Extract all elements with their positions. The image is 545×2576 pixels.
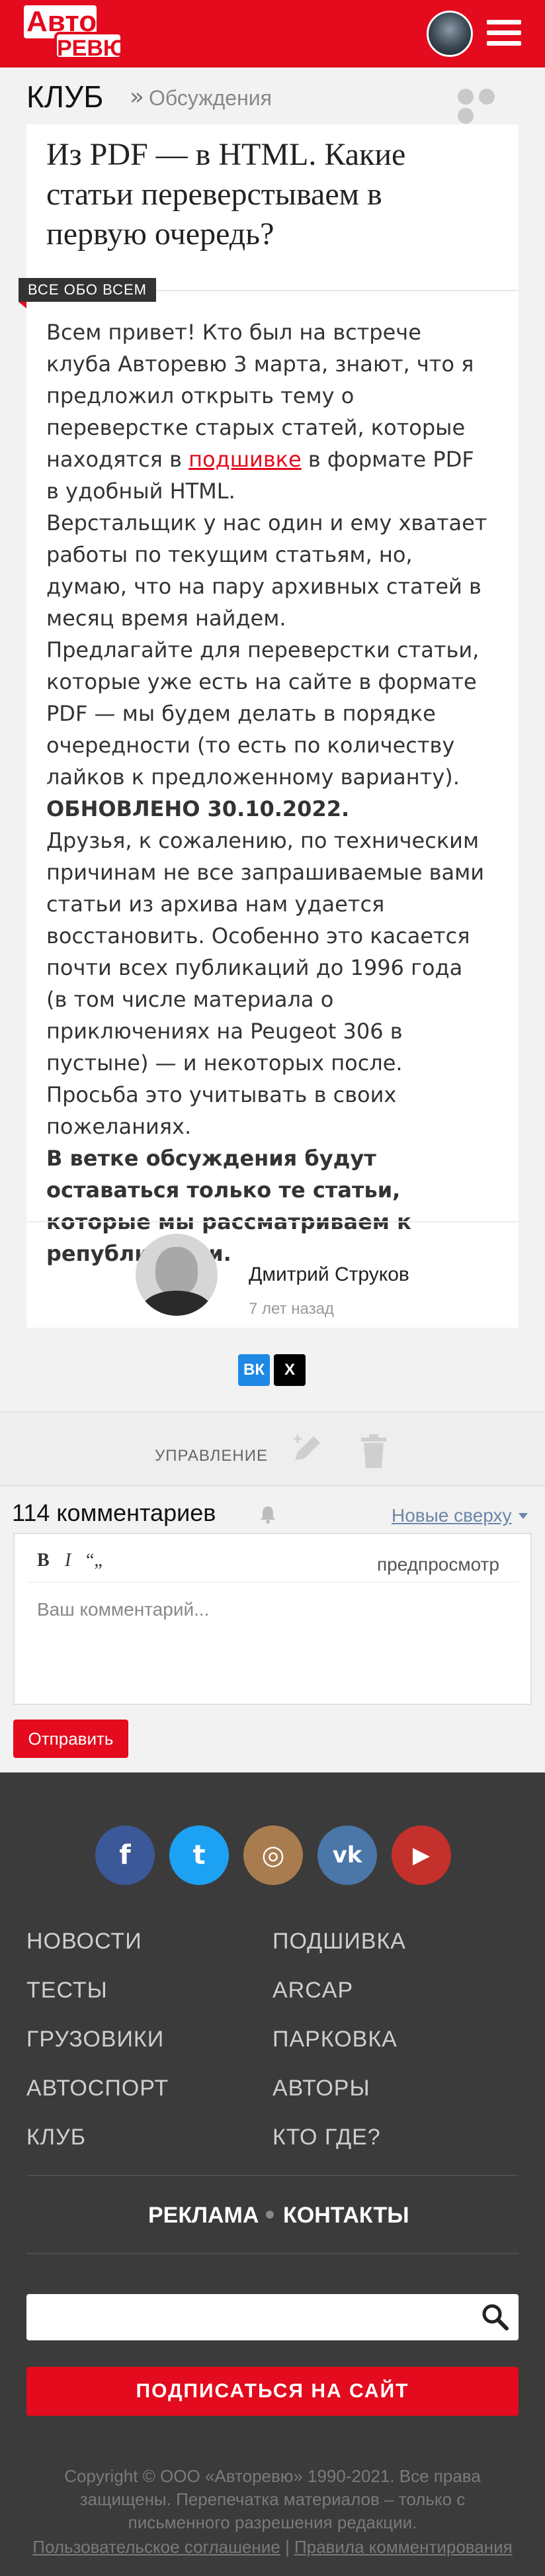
user-avatar-icon[interactable] <box>427 11 473 57</box>
send-button[interactable]: Отправить <box>13 1720 128 1758</box>
paragraph-2: Верстальщик у нас один и ему хватает раб… <box>46 510 487 631</box>
article-title: Из PDF — в HTML. Какие статьи переверсты… <box>46 137 406 252</box>
twitter-icon[interactable]: t <box>169 1825 229 1885</box>
breadcrumb-section-link[interactable]: КЛУБ <box>26 77 103 116</box>
footer-link-trucks[interactable]: ГРУЗОВИКИ <box>26 2024 164 2054</box>
author-divider <box>26 1221 519 1222</box>
legal-separator: | <box>280 2537 294 2557</box>
site-logo[interactable]: Авто РЕВЮ <box>24 5 126 62</box>
contacts-link[interactable]: КОНТАКТЫ <box>283 2200 409 2231</box>
management-label: УПРАВЛЕНИЕ <box>155 1447 268 1465</box>
bell-icon[interactable] <box>259 1505 276 1524</box>
copyright-text: Copyright © ООО «Авторевю» 1990-2021. Вс… <box>64 2466 481 2532</box>
paragraph-6: В ветке обсуждения будут оставаться толь… <box>46 1146 411 1266</box>
trash-icon[interactable] <box>358 1434 389 1469</box>
toolbar-divider <box>26 1582 519 1583</box>
preview-button[interactable]: предпросмотр <box>377 1553 499 1577</box>
more-options-icon[interactable] <box>458 89 520 124</box>
footer-link-motorsport[interactable]: АВТОСПОРТ <box>26 2073 169 2103</box>
italic-button[interactable]: I <box>65 1549 71 1573</box>
terms-link[interactable]: Пользовательское соглашение <box>32 2537 280 2557</box>
footer-link-tests[interactable]: ТЕСТЫ <box>26 1975 108 2005</box>
management-bar <box>0 1411 545 1487</box>
vk-share-icon[interactable]: ВК <box>238 1354 270 1386</box>
facebook-icon[interactable]: f <box>95 1825 155 1885</box>
paragraph-3: Предлагайте для переверстки статьи, кото… <box>46 637 480 790</box>
search-icon[interactable] <box>480 2302 509 2331</box>
category-tag[interactable]: ВСЕ ОБО ВСЕМ <box>19 278 156 302</box>
comment-rules-link[interactable]: Правила комментирования <box>294 2537 513 2557</box>
paragraph-5: Друзья, к сожалению, по техническим прич… <box>46 828 485 1139</box>
pencil-icon[interactable] <box>291 1434 327 1465</box>
article-body: Всем привет! Кто был на встрече клуба Ав… <box>46 316 489 1269</box>
author-name[interactable]: Дмитрий Струков <box>249 1262 409 1288</box>
footer-link-parking[interactable]: ПАРКОВКА <box>272 2024 398 2054</box>
site-footer <box>0 1772 545 2576</box>
footer-link-news[interactable]: НОВОСТИ <box>26 1926 142 1956</box>
tag-flag-decoration <box>19 302 26 308</box>
breadcrumb-current: Обсуждения <box>149 86 272 110</box>
vk-icon[interactable]: vk <box>317 1825 377 1885</box>
podshivka-link[interactable]: подшивке <box>189 447 302 472</box>
quote-button[interactable]: “„ <box>86 1549 103 1573</box>
sort-dropdown[interactable]: Новые сверху <box>392 1502 512 1529</box>
search-input[interactable] <box>26 2294 519 2340</box>
legal-links: Пользовательское соглашение | Правила ко… <box>26 2535 519 2559</box>
hamburger-menu-icon[interactable] <box>487 20 521 46</box>
subscribe-button[interactable]: ПОДПИСАТЬСЯ НА САЙТ <box>26 2367 519 2416</box>
update-note: ОБНОВЛЕНО 30.10.2022. <box>46 796 350 821</box>
links-bullet <box>266 2211 274 2219</box>
footer-divider <box>26 2253 519 2254</box>
chevron-down-icon[interactable] <box>519 1513 528 1519</box>
ads-link[interactable]: РЕКЛАМА <box>148 2200 259 2231</box>
logo-bottom-text: РЕВЮ <box>54 32 126 61</box>
comments-count: 114 комментариев <box>12 1499 216 1526</box>
footer-divider <box>26 2175 519 2176</box>
paragraph-1: Всем привет! Кто был на встрече клуба Ав… <box>46 316 489 507</box>
instagram-icon[interactable]: ◎ <box>243 1825 303 1885</box>
author-time: 7 лет назад <box>249 1300 334 1318</box>
footer-link-authors[interactable]: АВТОРЫ <box>272 2073 370 2103</box>
footer-link-where[interactable]: КТО ГДЕ? <box>272 2122 381 2152</box>
footer-link-club[interactable]: КЛУБ <box>26 2122 86 2152</box>
comment-textarea[interactable]: Ваш комментарий... <box>37 1596 209 1623</box>
footer-link-arcap[interactable]: ARCAP <box>272 1975 353 2005</box>
bold-button[interactable]: B <box>37 1549 50 1573</box>
youtube-icon[interactable]: ▶ <box>392 1825 451 1885</box>
author-avatar[interactable] <box>136 1234 218 1316</box>
footer-link-archive[interactable]: ПОДШИВКА <box>272 1926 406 1956</box>
breadcrumb-separator: » <box>130 83 145 111</box>
x-share-icon[interactable]: X <box>274 1354 306 1386</box>
